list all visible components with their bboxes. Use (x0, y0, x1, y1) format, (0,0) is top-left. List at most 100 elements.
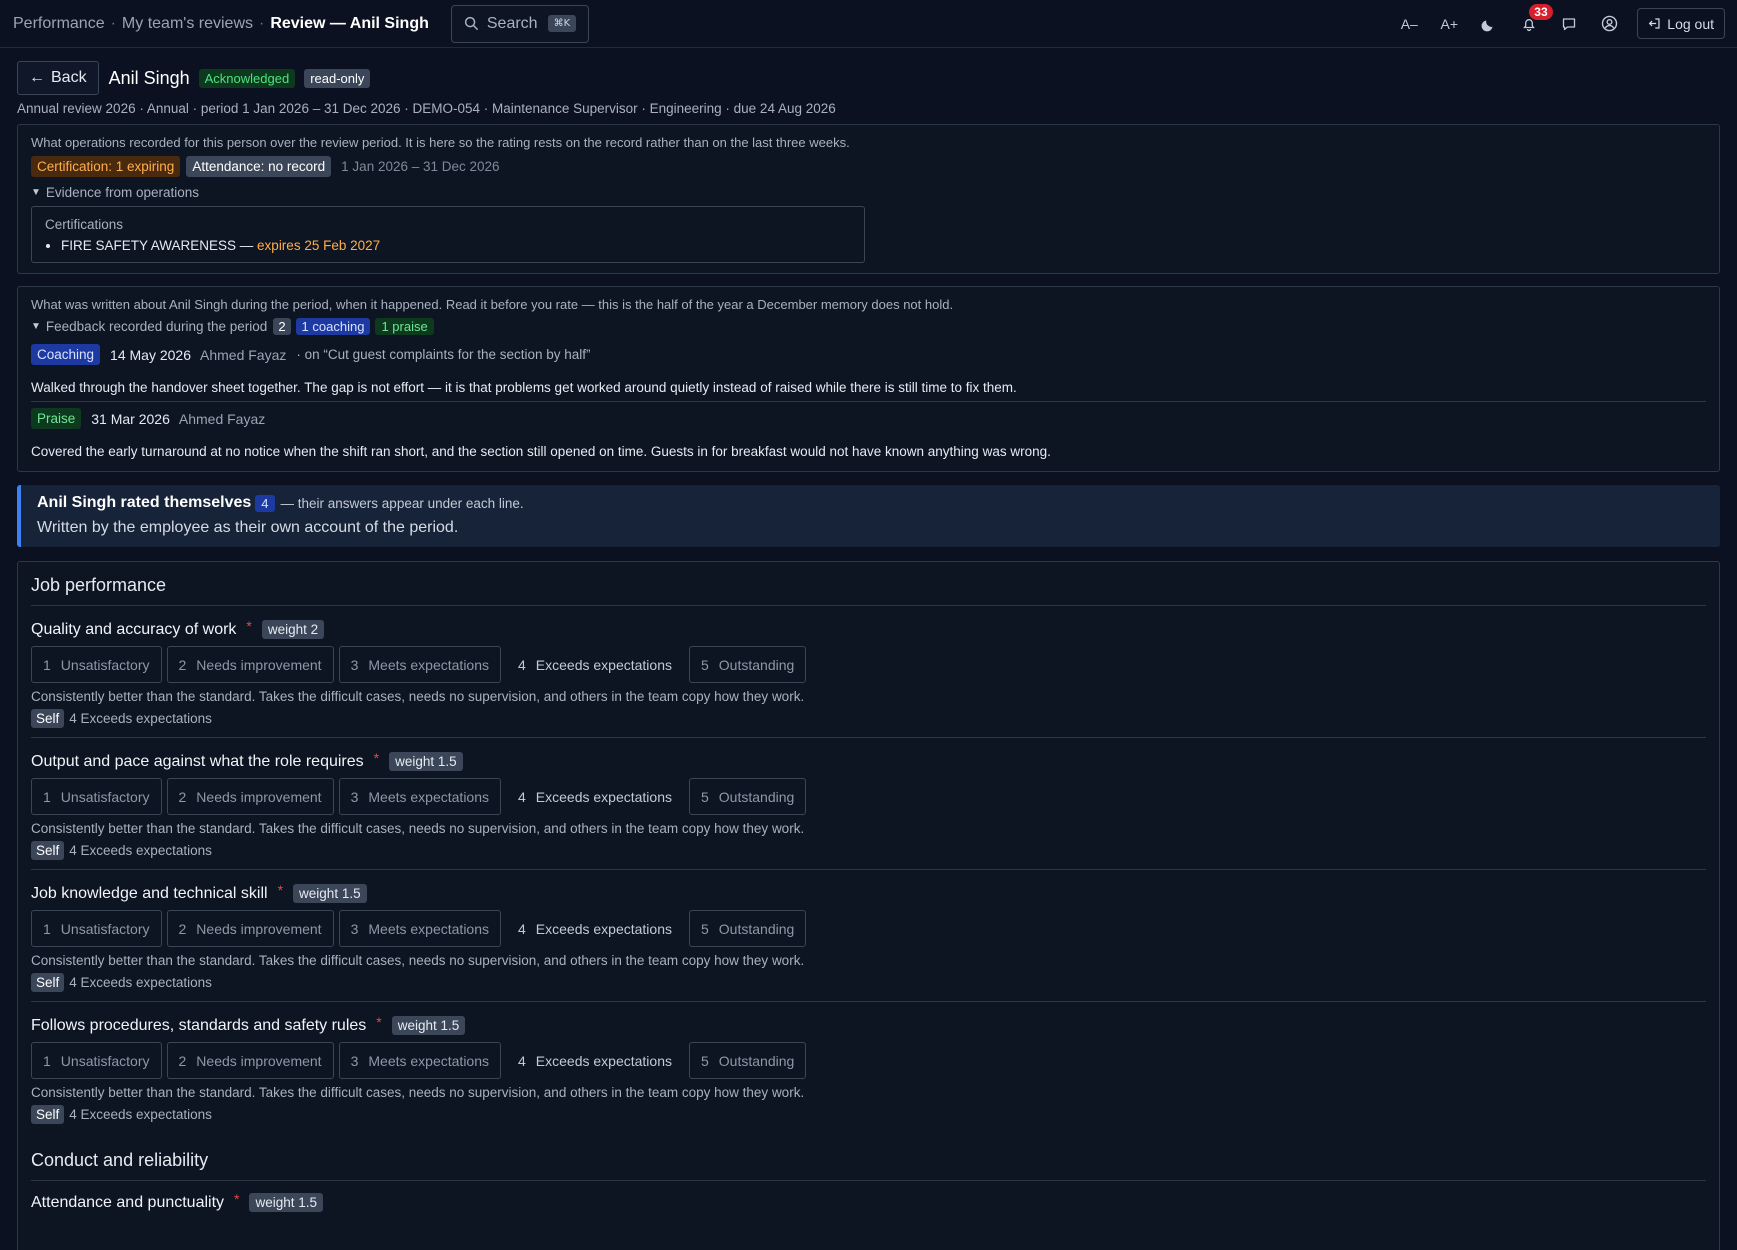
font-increase-button[interactable]: A+ (1429, 6, 1469, 42)
feedback-type-badge: Praise (31, 408, 82, 429)
font-decrease-button[interactable]: A– (1389, 6, 1429, 42)
self-tag: Self (31, 709, 65, 728)
rating-number: 4 (518, 1052, 526, 1069)
rating-option-3[interactable]: 3 Meets expectations (338, 910, 501, 947)
rating-label: Meets expectations (368, 920, 489, 937)
search-button[interactable]: Search ⌘K (450, 4, 589, 43)
criterion: Attendance and punctuality * weight 1.5 (31, 1181, 1706, 1221)
rating-label: Needs improvement (196, 920, 322, 937)
rating-option-5[interactable]: 5 Outstanding (689, 1042, 807, 1079)
rating-label: Unsatisfactory (60, 656, 150, 673)
self-rating-subtitle: Written by the employee as their own acc… (37, 519, 459, 536)
criterion: Job knowledge and technical skill * weig… (31, 870, 1706, 1002)
self-rating-value: 4 Exceeds expectations (69, 1107, 212, 1122)
self-rating-value: 4 Exceeds expectations (69, 843, 212, 858)
rating-option-3[interactable]: 3 Meets expectations (338, 646, 501, 683)
criterion-description: Consistently better than the standard. T… (31, 1085, 805, 1100)
self-rating-note: — their answers appear under each line. (280, 495, 524, 511)
feedback-text: Covered the early turnaround at no notic… (31, 444, 1051, 459)
rating-option-5[interactable]: 5 Outstanding (689, 646, 807, 683)
rating-option-4[interactable]: 4 Exceeds expectations (506, 1042, 684, 1079)
rating-scale: 1 Unsatisfactory 2 Needs improvement 3 Meet… (31, 778, 1706, 815)
theme-toggle-button[interactable] (1469, 6, 1509, 42)
criterion-name: Output and pace against what the role re… (31, 752, 364, 770)
breadcrumb-performance[interactable]: Performance (13, 15, 105, 33)
rating-option-1[interactable]: 1 Unsatisfactory (31, 778, 162, 815)
mode-badge: read-only (304, 68, 371, 88)
chat-icon (1563, 17, 1576, 30)
self-rating-title: Anil Singh rated themselves (37, 494, 252, 511)
feedback-entry: Praise 31 Mar 2026 Ahmed Fayaz Covered t… (31, 408, 1706, 459)
feedback-author: Ahmed Fayaz (200, 346, 287, 363)
rating-number: 2 (178, 920, 187, 937)
search-label: Search (486, 14, 538, 32)
notifications-button[interactable]: 33 (1509, 3, 1553, 42)
criterion-name: Attendance and punctuality (31, 1193, 225, 1211)
status-badge: Acknowledged (198, 68, 296, 88)
rating-option-4[interactable]: 4 Exceeds expectations (506, 778, 684, 815)
attendance-tag: Attendance: no record (186, 156, 332, 177)
rating-number: 5 (701, 1052, 709, 1069)
rating-label: Needs improvement (196, 788, 322, 805)
rating-option-1[interactable]: 1 Unsatisfactory (31, 646, 162, 683)
self-tag: Self (31, 1105, 65, 1124)
rating-option-4[interactable]: 4 Exceeds expectations (506, 910, 684, 947)
logout-button[interactable]: Log out (1637, 8, 1725, 39)
weight-badge: weight 1.5 (389, 752, 463, 771)
rating-option-5[interactable]: 5 Outstanding (689, 778, 807, 815)
rating-option-1[interactable]: 1 Unsatisfactory (31, 910, 162, 947)
rating-number: 4 (518, 920, 526, 937)
moon-icon (1481, 20, 1493, 31)
rating-number: 3 (350, 788, 359, 805)
rating-option-5[interactable]: 5 Outstanding (689, 910, 807, 947)
criterion: Quality and accuracy of work * weight 2 … (31, 606, 1706, 738)
rating-scale: 1 Unsatisfactory 2 Needs improvement 3 Meet… (31, 1042, 1706, 1079)
required-marker: * (246, 617, 252, 634)
rating-option-2[interactable]: 2 Needs improvement (166, 646, 334, 683)
criterion-name: Quality and accuracy of work (31, 620, 237, 638)
triangle-down-icon: ▼ (31, 321, 41, 332)
self-tag: Self (31, 973, 65, 992)
rating-label: Unsatisfactory (60, 1052, 150, 1069)
messages-button[interactable] (1549, 6, 1589, 42)
rating-label: Exceeds expectations (535, 656, 672, 673)
rating-option-3[interactable]: 3 Meets expectations (338, 778, 501, 815)
self-rating-value: 4 Exceeds expectations (69, 975, 212, 990)
criterion: Output and pace against what the role re… (31, 738, 1706, 870)
rating-option-2[interactable]: 2 Needs improvement (166, 910, 334, 947)
rating-option-2[interactable]: 2 Needs improvement (166, 1042, 334, 1079)
rating-label: Outstanding (718, 788, 795, 805)
rating-option-4[interactable]: 4 Exceeds expectations (506, 646, 684, 683)
back-label: Back (51, 69, 87, 86)
triangle-down-icon: ▼ (31, 187, 41, 198)
user-circle-icon (1601, 15, 1617, 32)
rating-label: Needs improvement (196, 1052, 322, 1069)
coaching-count-badge: 1 coaching (295, 318, 371, 335)
breadcrumb-my-team-reviews[interactable]: My team's reviews (122, 15, 253, 33)
feedback-total-badge: 2 (273, 318, 291, 335)
rating-number: 2 (178, 788, 187, 805)
feedback-entry: Coaching 14 May 2026 Ahmed Fayaz · on “C… (31, 344, 1706, 402)
operations-intro: What operations recorded for this person… (31, 135, 850, 150)
feedback-toggle[interactable]: ▼ Feedback recorded during the period 2 … (31, 318, 1706, 335)
breadcrumb-separator: · (259, 14, 265, 32)
rating-number: 3 (350, 1052, 359, 1069)
divider (31, 401, 1706, 402)
certification-expiry: expires 25 Feb 2027 (257, 238, 381, 253)
rating-option-3[interactable]: 3 Meets expectations (338, 1042, 501, 1079)
feedback-goal-link: · on “Cut guest complaints for the secti… (296, 347, 591, 362)
operations-period: 1 Jan 2026 – 31 Dec 2026 (341, 159, 500, 174)
required-marker: * (376, 1013, 382, 1030)
back-button[interactable]: ← Back (17, 61, 99, 95)
feedback-type-badge: Coaching (31, 344, 101, 365)
rating-label: Outstanding (718, 1052, 795, 1069)
evidence-toggle[interactable]: ▼ Evidence from operations (31, 185, 1706, 200)
rating-option-1[interactable]: 1 Unsatisfactory (31, 1042, 162, 1079)
profile-button[interactable] (1589, 6, 1629, 42)
section-title: Conduct and reliability (31, 1147, 1706, 1181)
feedback-date: 14 May 2026 (110, 346, 191, 363)
rating-number: 1 (43, 656, 51, 673)
rating-option-2[interactable]: 2 Needs improvement (166, 778, 334, 815)
rating-number: 5 (701, 656, 709, 673)
criterion-description: Consistently better than the standard. T… (31, 821, 805, 836)
